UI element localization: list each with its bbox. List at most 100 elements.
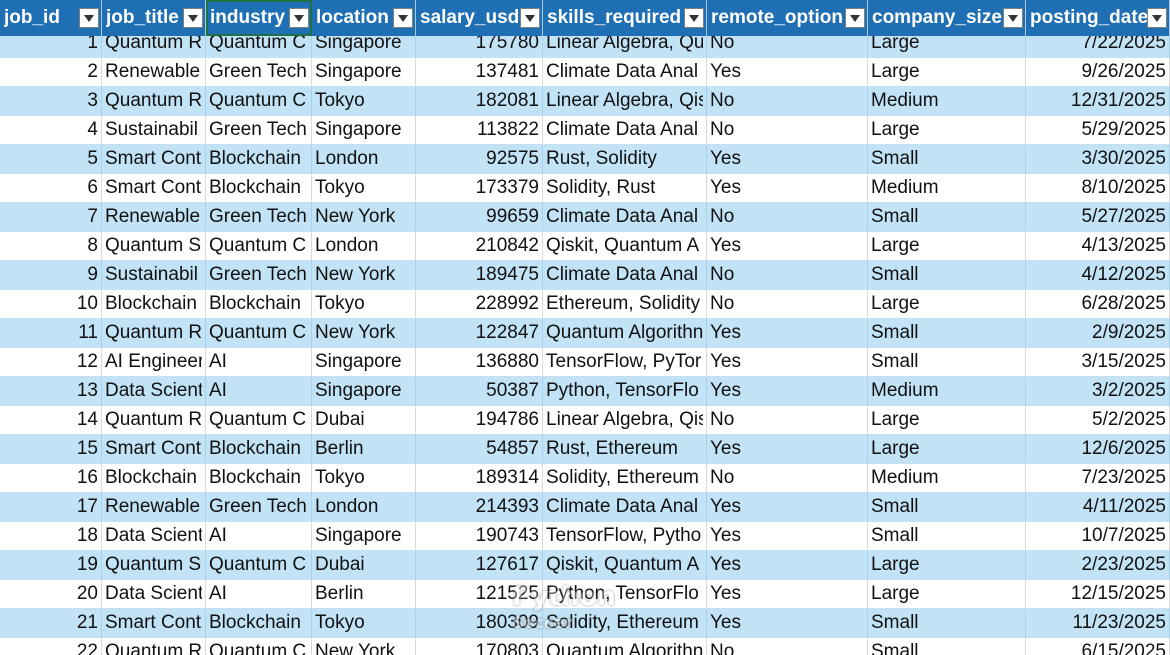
- table-cell-job-id[interactable]: 3: [0, 87, 102, 116]
- table-cell-remote-option[interactable]: No: [707, 406, 868, 435]
- table-cell-job-title[interactable]: Smart Cont: [102, 174, 206, 203]
- filter-dropdown-button[interactable]: [1003, 8, 1023, 28]
- table-cell-job-title[interactable]: Sustainabil: [102, 261, 206, 290]
- table-cell-posting-date[interactable]: 3/2/2025: [1026, 377, 1170, 406]
- table-cell-skills-required[interactable]: Climate Data Anal: [543, 58, 707, 87]
- table-cell-posting-date[interactable]: 2/9/2025: [1026, 319, 1170, 348]
- table-cell-company-size[interactable]: Small: [868, 203, 1026, 232]
- table-cell-company-size[interactable]: Small: [868, 261, 1026, 290]
- table-cell-job-title[interactable]: Renewable: [102, 203, 206, 232]
- table-cell-skills-required[interactable]: Climate Data Anal: [543, 116, 707, 145]
- table-cell-posting-date[interactable]: 10/7/2025: [1026, 522, 1170, 551]
- table-cell-remote-option[interactable]: No: [707, 638, 868, 655]
- table-cell-industry[interactable]: Quantum C: [206, 638, 312, 655]
- table-cell-remote-option[interactable]: Yes: [707, 145, 868, 174]
- table-cell-skills-required[interactable]: Solidity, Rust: [543, 174, 707, 203]
- table-cell-salary-usd[interactable]: 113822: [416, 116, 543, 145]
- table-cell-company-size[interactable]: Large: [868, 290, 1026, 319]
- table-cell-posting-date[interactable]: 6/15/2025: [1026, 638, 1170, 655]
- column-header-job-title[interactable]: job_title: [102, 0, 206, 36]
- table-cell-industry[interactable]: AI: [206, 377, 312, 406]
- table-cell-job-title[interactable]: Quantum S: [102, 232, 206, 261]
- table-cell-skills-required[interactable]: Quantum Algorithn: [543, 638, 707, 655]
- table-cell-industry[interactable]: AI: [206, 348, 312, 377]
- table-cell-job-title[interactable]: Sustainabil: [102, 116, 206, 145]
- table-cell-location[interactable]: Berlin: [312, 580, 416, 609]
- table-cell-industry[interactable]: Quantum C: [206, 551, 312, 580]
- table-cell-remote-option[interactable]: Yes: [707, 319, 868, 348]
- table-cell-location[interactable]: New York: [312, 261, 416, 290]
- table-cell-remote-option[interactable]: Yes: [707, 232, 868, 261]
- table-cell-skills-required[interactable]: TensorFlow, PyTor: [543, 348, 707, 377]
- table-cell-job-id[interactable]: 19: [0, 551, 102, 580]
- table-cell-company-size[interactable]: Small: [868, 319, 1026, 348]
- table-cell-job-title[interactable]: Quantum R: [102, 87, 206, 116]
- table-cell-location[interactable]: Singapore: [312, 58, 416, 87]
- column-header-remote-option[interactable]: remote_option: [707, 0, 868, 36]
- table-cell-industry[interactable]: Blockchain: [206, 145, 312, 174]
- table-cell-location[interactable]: Singapore: [312, 377, 416, 406]
- table-cell-skills-required[interactable]: Quantum Algorithn: [543, 319, 707, 348]
- table-cell-job-id[interactable]: 21: [0, 609, 102, 638]
- filter-dropdown-button[interactable]: [183, 8, 203, 28]
- column-header-posting-date[interactable]: posting_date: [1026, 0, 1170, 36]
- table-cell-skills-required[interactable]: Qiskit, Quantum A: [543, 232, 707, 261]
- table-cell-industry[interactable]: Green Tech: [206, 203, 312, 232]
- table-cell-job-title[interactable]: Data Scient: [102, 580, 206, 609]
- table-cell-job-id[interactable]: 20: [0, 580, 102, 609]
- table-cell-salary-usd[interactable]: 136880: [416, 348, 543, 377]
- table-cell-job-id[interactable]: 12: [0, 348, 102, 377]
- table-cell-remote-option[interactable]: Yes: [707, 493, 868, 522]
- table-cell-location[interactable]: Dubai: [312, 551, 416, 580]
- table-cell-remote-option[interactable]: No: [707, 290, 868, 319]
- table-cell-location[interactable]: Tokyo: [312, 87, 416, 116]
- table-cell-company-size[interactable]: Large: [868, 551, 1026, 580]
- table-cell-job-id[interactable]: 10: [0, 290, 102, 319]
- column-header-skills-required[interactable]: skills_required: [543, 0, 707, 36]
- filter-dropdown-button[interactable]: [393, 8, 413, 28]
- table-cell-salary-usd[interactable]: 228992: [416, 290, 543, 319]
- table-cell-job-title[interactable]: Data Scient: [102, 522, 206, 551]
- table-cell-job-title[interactable]: Renewable: [102, 493, 206, 522]
- table-cell-company-size[interactable]: Medium: [868, 464, 1026, 493]
- table-cell-posting-date[interactable]: 5/2/2025: [1026, 406, 1170, 435]
- table-cell-job-id[interactable]: 8: [0, 232, 102, 261]
- table-cell-salary-usd[interactable]: 92575: [416, 145, 543, 174]
- table-cell-skills-required[interactable]: Climate Data Anal: [543, 203, 707, 232]
- table-cell-salary-usd[interactable]: 210842: [416, 232, 543, 261]
- table-cell-industry[interactable]: Green Tech: [206, 58, 312, 87]
- table-cell-company-size[interactable]: Large: [868, 406, 1026, 435]
- table-cell-remote-option[interactable]: Yes: [707, 522, 868, 551]
- table-cell-salary-usd[interactable]: 194786: [416, 406, 543, 435]
- table-cell-job-title[interactable]: Data Scient: [102, 377, 206, 406]
- table-cell-posting-date[interactable]: 4/13/2025: [1026, 232, 1170, 261]
- table-cell-posting-date[interactable]: 5/29/2025: [1026, 116, 1170, 145]
- table-cell-company-size[interactable]: Medium: [868, 174, 1026, 203]
- table-cell-company-size[interactable]: Small: [868, 348, 1026, 377]
- table-cell-location[interactable]: New York: [312, 638, 416, 655]
- table-cell-salary-usd[interactable]: 189475: [416, 261, 543, 290]
- table-cell-posting-date[interactable]: 12/31/2025: [1026, 87, 1170, 116]
- filter-dropdown-button[interactable]: [1147, 8, 1167, 28]
- table-cell-location[interactable]: London: [312, 493, 416, 522]
- table-cell-job-id[interactable]: 11: [0, 319, 102, 348]
- table-cell-location[interactable]: New York: [312, 203, 416, 232]
- table-cell-posting-date[interactable]: 9/26/2025: [1026, 58, 1170, 87]
- table-cell-location[interactable]: London: [312, 232, 416, 261]
- table-cell-location[interactable]: London: [312, 145, 416, 174]
- table-cell-job-title[interactable]: AI Engineer: [102, 348, 206, 377]
- table-cell-job-id[interactable]: 16: [0, 464, 102, 493]
- table-cell-company-size[interactable]: Large: [868, 435, 1026, 464]
- table-cell-job-title[interactable]: Renewable: [102, 58, 206, 87]
- table-cell-job-id[interactable]: 5: [0, 145, 102, 174]
- table-cell-skills-required[interactable]: Ethereum, Solidity: [543, 290, 707, 319]
- table-cell-salary-usd[interactable]: 190743: [416, 522, 543, 551]
- table-cell-industry[interactable]: Green Tech: [206, 261, 312, 290]
- table-cell-salary-usd[interactable]: 180309: [416, 609, 543, 638]
- table-cell-salary-usd[interactable]: 137481: [416, 58, 543, 87]
- table-cell-remote-option[interactable]: No: [707, 464, 868, 493]
- table-cell-company-size[interactable]: Large: [868, 232, 1026, 261]
- table-cell-job-id[interactable]: 14: [0, 406, 102, 435]
- table-cell-job-id[interactable]: 13: [0, 377, 102, 406]
- table-cell-industry[interactable]: Blockchain: [206, 174, 312, 203]
